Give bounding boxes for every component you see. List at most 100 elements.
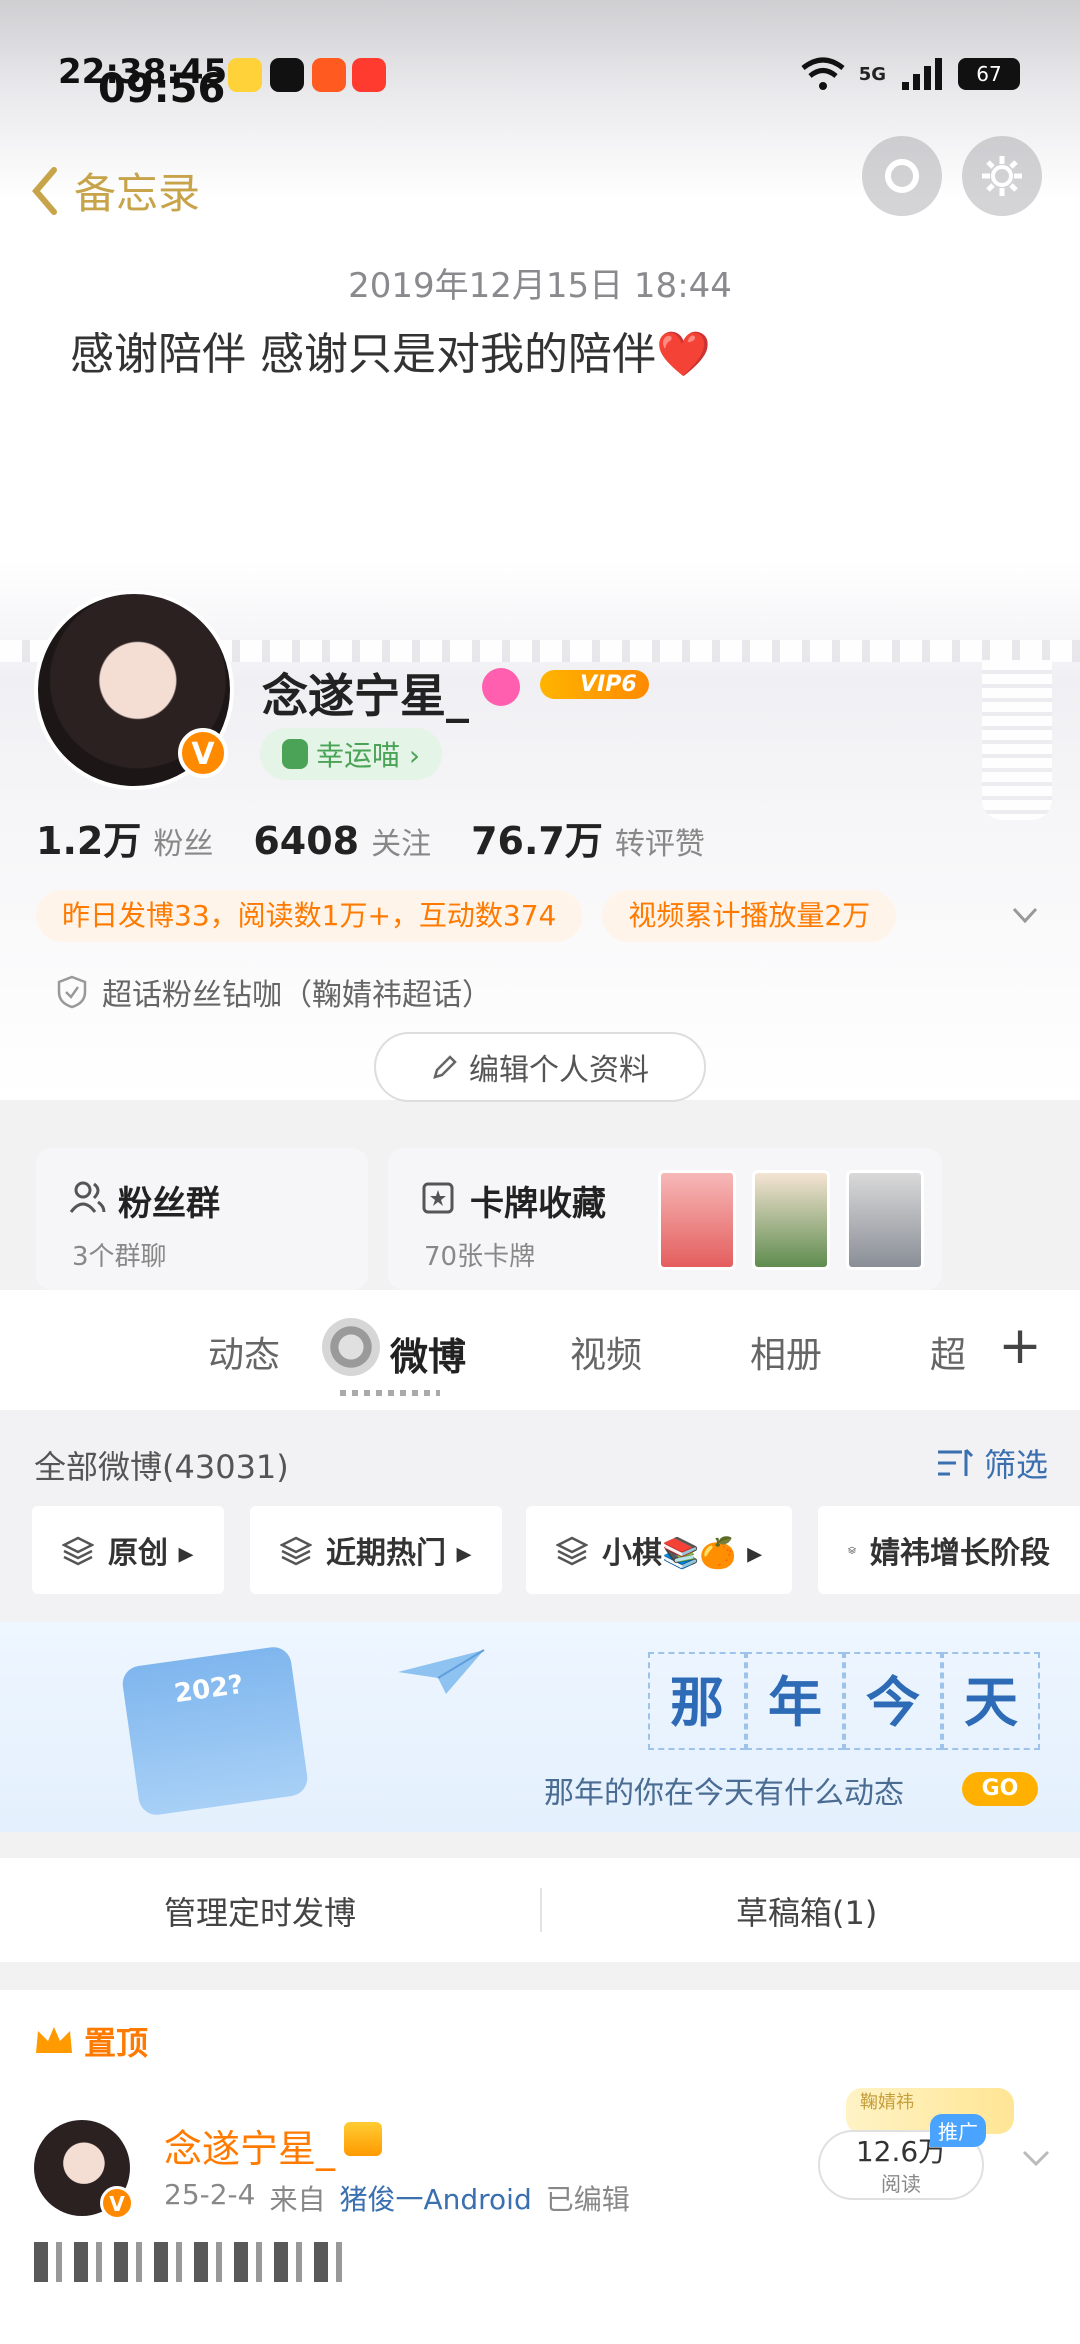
chip-growth-stage[interactable]: 婧祎增长阶段: [818, 1506, 1080, 1594]
weibo-app-icon: [228, 58, 262, 92]
banner-title-char: 天: [942, 1652, 1040, 1750]
verified-badge-icon: V: [100, 2186, 134, 2220]
status-right: 5G 67: [801, 56, 1020, 92]
promote-badge[interactable]: 推广: [930, 2114, 986, 2147]
chip-label: 近期热门 ▸: [326, 1536, 472, 1571]
post-author-name[interactable]: 念遂宁星_: [164, 2118, 335, 2173]
banner-subtitle: 那年的你在今天有什么动态: [544, 1776, 904, 1811]
post-meta: 25-2-4 来自 猪俊一Android 已编辑: [164, 2178, 630, 2218]
stat-likes[interactable]: 76.7万 转评赞: [471, 810, 705, 865]
memo-back-button[interactable]: 备忘录: [30, 160, 200, 221]
supertalk-label: 超话粉丝钻咖（鞠婧祎超话）: [102, 978, 492, 1013]
status-time: 09:56: [98, 66, 226, 112]
network-type: 5G: [858, 63, 886, 85]
banner-title: 那 年 今 天: [648, 1652, 1040, 1750]
all-weibo-count: 全部微博(43031): [34, 1448, 289, 1486]
card-collection-title: 卡牌收藏: [470, 1184, 606, 1224]
filter-button[interactable]: 筛选: [936, 1440, 1048, 1486]
scheduled-posts-button[interactable]: 管理定时发博: [164, 1888, 356, 1934]
banner-title-char: 年: [746, 1652, 844, 1750]
layers-icon: [556, 1536, 588, 1566]
memo-header: 22:38:45 09:56 5G 67 备忘录 2019年12月15日 18:…: [0, 0, 1080, 560]
tag-daily-stats[interactable]: 昨日发博33，阅读数1万+，互动数374: [36, 890, 583, 942]
layers-icon: [280, 1536, 312, 1566]
tab-weibo[interactable]: 微博: [390, 1326, 466, 1381]
tiktok-app-icon: [270, 58, 304, 92]
share-button[interactable]: [862, 136, 942, 216]
verified-badge-icon: V: [178, 728, 228, 778]
post-source[interactable]: 猪俊一Android: [339, 2178, 531, 2218]
search-badge-icon[interactable]: [482, 668, 520, 706]
rose-icon: [322, 1318, 380, 1376]
tab-supertalk[interactable]: 超: [930, 1326, 966, 1378]
card-collection-card[interactable]: 卡牌收藏 70张卡牌: [388, 1148, 942, 1290]
supertalk-badge[interactable]: 超话粉丝钻咖（鞠婧祎超话）: [56, 970, 492, 1014]
settings-button[interactable]: [962, 136, 1042, 216]
banner-go-button[interactable]: GO: [962, 1772, 1038, 1806]
fans-group-card[interactable]: 粉丝群 3个群聊: [36, 1148, 368, 1290]
chevron-left-icon: [32, 166, 57, 215]
post-date: 25-2-4: [164, 2178, 256, 2211]
chevron-down-icon[interactable]: [1010, 900, 1040, 930]
shop-app-icon: [352, 58, 386, 92]
vip-badge[interactable]: VIP6: [540, 670, 649, 699]
crown-icon: [36, 2027, 72, 2053]
pinned-text: 置顶: [84, 2024, 149, 2062]
card-thumb[interactable]: [846, 1170, 924, 1270]
card-collection-icon: [422, 1182, 454, 1214]
profile-tabs: 动态 微博 视频 相册 超 +: [0, 1290, 1080, 1410]
filter-label: 筛选: [983, 1446, 1048, 1484]
pinned-label: 置顶: [34, 2018, 148, 2064]
chip-label: 原创 ▸: [108, 1536, 194, 1571]
fans-group-sub: 3个群聊: [72, 1242, 167, 1272]
tag-video-plays[interactable]: 视频累计播放量2万: [602, 890, 897, 942]
post-text-preview: [34, 2242, 354, 2282]
add-tab-button[interactable]: +: [990, 1318, 1050, 1378]
chip-label: 小棋📚🍊 ▸: [602, 1536, 763, 1571]
fans-group-title: 粉丝群: [118, 1184, 220, 1224]
lucky-cat-pill[interactable]: 幸运喵 ›: [260, 728, 443, 780]
banner-title-char: 那: [648, 1652, 746, 1750]
card-thumb[interactable]: [752, 1170, 830, 1270]
shield-icon: [57, 975, 87, 1009]
edit-profile-button[interactable]: 编辑个人资料: [374, 1032, 706, 1102]
memo-text: 感谢陪伴 感谢只是对我的陪伴❤️: [70, 329, 711, 380]
profile-avatar[interactable]: V: [34, 590, 234, 790]
layers-icon: [848, 1546, 856, 1554]
calendar-year: 202?: [172, 1669, 246, 1710]
read-label: 阅读: [881, 2172, 921, 2196]
profile-stats: 1.2万 粉丝 6408 关注 76.7万 转评赞: [36, 810, 705, 865]
banner-title-char: 今: [844, 1652, 942, 1750]
edit-profile-label: 编辑个人资料: [469, 1053, 649, 1088]
feed-header: 全部微博(43031) 筛选 原创 ▸ 近期热门 ▸ 小棋📚🍊 ▸ 婧祎增长阶段: [0, 1412, 1080, 1622]
cat-icon: [282, 739, 308, 769]
chip-recent-hot[interactable]: 近期热门 ▸: [250, 1506, 502, 1594]
layers-icon: [62, 1536, 94, 1566]
card-thumb[interactable]: [658, 1170, 736, 1270]
post-from: 来自: [269, 2183, 326, 2216]
divider: [540, 1888, 542, 1932]
tab-album[interactable]: 相册: [750, 1326, 822, 1378]
paper-plane-icon: [398, 1649, 485, 1694]
post-edited: 已编辑: [545, 2183, 630, 2216]
stat-following[interactable]: 6408 关注: [253, 819, 431, 863]
lace-ribbon-decoration: [982, 660, 1052, 820]
tab-video[interactable]: 视频: [570, 1326, 642, 1378]
calendar-icon: 202?: [120, 1644, 310, 1818]
chip-label: 婧祎增长阶段: [870, 1536, 1050, 1571]
ring-icon: [885, 159, 919, 193]
tab-feed[interactable]: 动态: [208, 1326, 280, 1378]
drafts-button[interactable]: 草稿箱(1): [736, 1888, 877, 1934]
stat-followers[interactable]: 1.2万 粉丝: [36, 810, 213, 865]
on-this-day-banner[interactable]: 202? 那 年 今 天 那年的你在今天有什么动态 GO: [0, 1622, 1080, 1832]
promo-sticker-text: 鞠婧祎: [860, 2092, 914, 2113]
profile-nickname: 念遂宁星_: [262, 669, 469, 723]
pinned-post[interactable]: 置顶 V 念遂宁星_ 25-2-4 来自 猪俊一Android 已编辑 鞠婧祎 …: [0, 1990, 1080, 2344]
member-crown-icon: [344, 2122, 382, 2156]
filter-icon: [937, 1448, 974, 1476]
chip-original[interactable]: 原创 ▸: [32, 1506, 224, 1594]
chevron-down-icon[interactable]: [1018, 2140, 1054, 2176]
chip-xiaoqi[interactable]: 小棋📚🍊 ▸: [526, 1506, 793, 1594]
signal-icon: [902, 58, 942, 90]
memo-back-label: 备忘录: [74, 169, 201, 218]
